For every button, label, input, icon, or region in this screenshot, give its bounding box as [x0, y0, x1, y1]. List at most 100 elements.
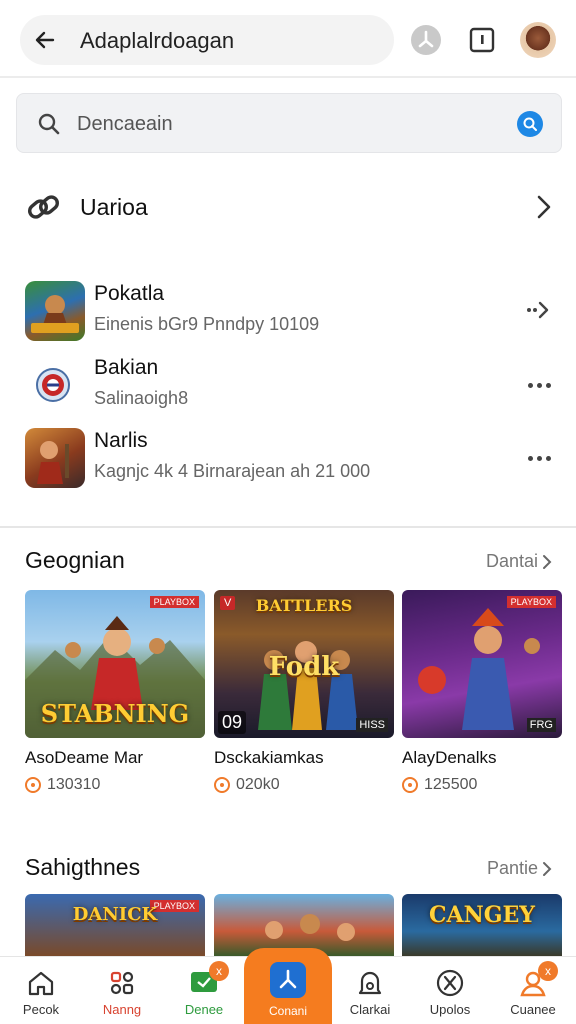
list-item[interactable]: Bakian Salinaoigh8 — [0, 352, 576, 418]
age-badge: 09 — [218, 711, 247, 734]
assistant-icon — [523, 117, 537, 131]
home-icon — [28, 971, 54, 996]
nav-item-profile[interactable]: x Cuanee — [497, 957, 569, 1024]
chevron-right-icon — [543, 861, 552, 876]
section-title: Geognian — [25, 547, 125, 573]
game-cover: V BATTLERS Fodk 09 HISS — [214, 590, 394, 738]
window-icon — [469, 27, 495, 53]
search-icon — [38, 113, 60, 135]
app-name: Bakian — [94, 356, 159, 379]
library-link[interactable]: Uarioa — [0, 180, 576, 236]
section-title: Sahigthnes — [25, 854, 141, 880]
game-card[interactable]: PLAYBOX FRG AlayDenalks 125500 — [402, 590, 562, 794]
search-bar[interactable]: Dencaeain — [16, 93, 562, 153]
game-card[interactable]: PLAYBOX DANICK — [25, 894, 205, 956]
chevron-right-icon — [537, 195, 551, 219]
section-divider — [0, 526, 576, 528]
app-subtitle: Einenis bGr9 Pnndpy 10109 — [94, 314, 320, 334]
game-name: Dsckakiamkas — [214, 748, 324, 767]
app-icon — [25, 281, 85, 341]
open-arrow-button[interactable] — [524, 300, 554, 320]
section-header: Sahigthnes Pantie — [0, 850, 576, 886]
publisher-badge: HISS — [356, 718, 388, 732]
app-name: Pokatla — [94, 282, 165, 305]
game-card[interactable]: PLAYBOX STABNING AsoDeame Mar 130310 — [25, 590, 205, 794]
game-card[interactable] — [214, 894, 394, 956]
game-cover: CANGEY — [402, 894, 562, 956]
section-more-link[interactable]: Dantai — [486, 551, 552, 572]
nav-item-games[interactable]: x Denee — [168, 957, 240, 1024]
more-options-button[interactable] — [524, 374, 554, 394]
app-name: Narlis — [94, 429, 148, 452]
section-more-link[interactable]: Pantie — [487, 858, 552, 879]
link-icon — [28, 195, 59, 219]
game-name: AsoDeame Mar — [25, 748, 144, 767]
search-placeholder: Dencaeain — [77, 113, 173, 135]
list-item[interactable]: Pokatla Einenis bGr9 Pnndpy 10109 — [0, 278, 576, 344]
top-app-bar: Adaplalrdoagan — [0, 0, 576, 78]
cover-top-title: BATTLERS — [255, 596, 353, 615]
list-item[interactable]: Narlis Kagnjc 4k 4 Birnarajean ah 21 000 — [0, 425, 576, 491]
nav-item-center-action[interactable]: Conani — [244, 948, 332, 1024]
game-cover: PLAYBOX DANICK — [25, 894, 205, 956]
app-subtitle: Kagnjc 4k 4 Birnarajean ah 21 000 — [94, 461, 371, 481]
game-name: AlayDenalks — [402, 748, 497, 767]
game-rating: 125500 — [402, 776, 562, 794]
app-icon — [25, 428, 85, 488]
more-dots-icon — [526, 448, 553, 466]
nav-label: Nanng — [102, 1002, 142, 1017]
app-icon — [25, 355, 85, 415]
publisher-badge: PLAYBOX — [149, 596, 199, 608]
section-more-label: Pantie — [486, 858, 538, 878]
search-assistant-button[interactable] — [517, 111, 543, 137]
page-title: Adaplalrdoagan — [80, 28, 235, 53]
publisher-badge: PLAYBOX — [506, 596, 556, 608]
cover-title: CANGEY — [429, 902, 535, 928]
nav-label: Upolos — [429, 1002, 471, 1017]
nav-item-notifications[interactable]: Clarkai — [334, 957, 406, 1024]
cover-title: Fodk — [268, 652, 340, 682]
game-card[interactable]: CANGEY — [402, 894, 562, 956]
app-subtitle: Salinaoigh8 — [94, 388, 189, 408]
game-cover — [214, 894, 394, 956]
nav-item-ranking[interactable]: Nanng — [86, 957, 158, 1024]
cover-title: STABNING — [40, 699, 190, 728]
nav-label: Clarkai — [349, 1002, 391, 1017]
clock-icon — [411, 25, 441, 55]
window-button[interactable] — [464, 22, 500, 58]
rating-value: 130310 — [47, 776, 101, 793]
rating-value: 125500 — [424, 776, 478, 793]
nav-label: Pecok — [22, 1002, 60, 1017]
nav-label: Conani — [268, 1004, 308, 1018]
rating-value: 020k0 — [236, 776, 280, 793]
notification-badge: x — [538, 961, 558, 981]
section-more-label: Dantai — [485, 551, 538, 571]
game-card[interactable]: V BATTLERS Fodk 09 HISS Dsckakiamkas 020… — [214, 590, 394, 794]
title-pill[interactable]: Adaplalrdoagan — [20, 15, 394, 65]
game-cover: PLAYBOX STABNING — [25, 590, 205, 738]
compass-icon — [436, 969, 464, 997]
back-arrow-icon — [35, 31, 55, 49]
library-link-label: Uarioa — [80, 194, 148, 220]
more-dots-icon — [526, 375, 553, 393]
nav-item-explore[interactable]: Upolos — [414, 957, 486, 1024]
game-rating: 130310 — [25, 776, 205, 794]
rating-icon — [402, 777, 418, 793]
chevron-right-icon — [543, 554, 552, 569]
nav-item-home[interactable]: Pecok — [5, 957, 77, 1024]
grid-icon — [110, 971, 134, 995]
section-header: Geognian Dantai — [0, 543, 576, 579]
back-button[interactable] — [30, 25, 60, 55]
more-options-button[interactable] — [524, 447, 554, 467]
rating-icon — [25, 777, 41, 793]
nav-label: Denee — [184, 1002, 224, 1017]
game-cover: PLAYBOX FRG — [402, 590, 562, 738]
dotted-arrow-icon — [527, 301, 549, 319]
user-avatar[interactable] — [520, 22, 556, 58]
notification-badge: x — [209, 961, 229, 981]
apps-icon — [279, 969, 297, 989]
history-button[interactable] — [408, 22, 444, 58]
rating-icon — [214, 777, 230, 793]
cover-title: DANICK — [72, 904, 158, 925]
rating-badge: FRG — [526, 718, 556, 732]
